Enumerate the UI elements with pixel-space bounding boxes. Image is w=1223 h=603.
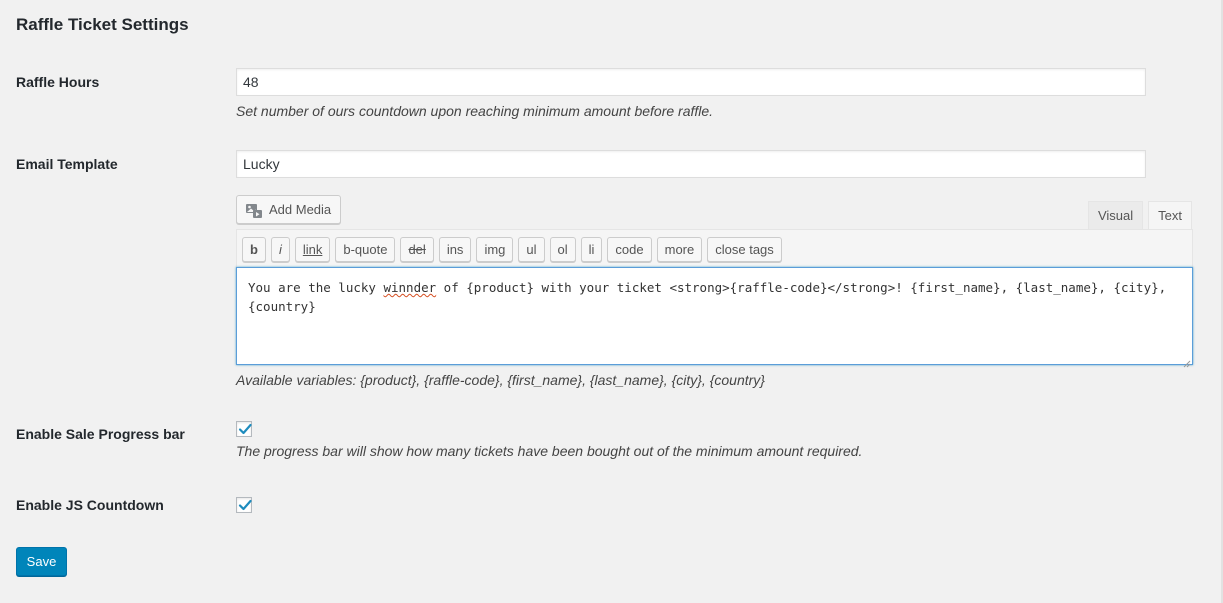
save-button[interactable]: Save bbox=[16, 547, 67, 576]
add-media-button[interactable]: Add Media bbox=[236, 195, 341, 224]
email-body-text-start: You are the lucky bbox=[248, 280, 384, 295]
quicktag-ul-button[interactable]: ul bbox=[518, 236, 545, 262]
quicktag-ins-button[interactable]: ins bbox=[438, 236, 472, 262]
raffle-hours-input[interactable] bbox=[236, 68, 1146, 96]
email-body-text: You are the lucky winnder of {product} w… bbox=[248, 278, 1180, 316]
raffle-hours-label: Raffle Hours bbox=[16, 74, 100, 90]
sale-progress-label: Enable Sale Progress bar bbox=[16, 426, 185, 442]
email-template-description: Available variables: {product}, {raffle-… bbox=[236, 372, 765, 388]
js-countdown-label: Enable JS Countdown bbox=[16, 497, 164, 513]
email-subject-input[interactable] bbox=[236, 150, 1146, 178]
quicktag-more-button[interactable]: more bbox=[656, 236, 703, 262]
quicktag-li-button[interactable]: li bbox=[580, 236, 603, 262]
settings-page: Raffle Ticket Settings Raffle Hours Set … bbox=[0, 0, 1223, 603]
quicktag-link-button[interactable]: link bbox=[294, 236, 331, 262]
checkmark-icon bbox=[238, 423, 252, 435]
tab-text[interactable]: Text bbox=[1148, 201, 1192, 230]
quicktag-ol-button[interactable]: ol bbox=[549, 236, 576, 262]
misspelled-word: winnder bbox=[383, 280, 437, 295]
resize-handle-icon[interactable] bbox=[1183, 355, 1191, 368]
quicktag-bold-button[interactable]: b bbox=[242, 236, 266, 262]
add-media-label: Add Media bbox=[269, 202, 332, 217]
email-template-label: Email Template bbox=[16, 156, 118, 172]
js-countdown-checkbox[interactable] bbox=[236, 497, 252, 513]
quicktag-del-button[interactable]: del bbox=[400, 236, 434, 262]
quicktag-blockquote-button[interactable]: b-quote bbox=[335, 236, 396, 262]
raffle-hours-description: Set number of ours countdown upon reachi… bbox=[236, 103, 714, 119]
editor-mode-tabs: Visual Text bbox=[1083, 201, 1192, 230]
quicktag-italic-button[interactable]: i bbox=[270, 236, 290, 262]
quicktag-code-button[interactable]: code bbox=[607, 236, 652, 262]
tab-visual[interactable]: Visual bbox=[1087, 201, 1144, 230]
quicktag-close-tags-button[interactable]: close tags bbox=[707, 236, 782, 262]
checkmark-icon bbox=[238, 499, 252, 511]
email-body-textarea[interactable]: You are the lucky winnder of {product} w… bbox=[236, 267, 1193, 368]
sale-progress-description: The progress bar will show how many tick… bbox=[236, 443, 863, 459]
page-title: Raffle Ticket Settings bbox=[16, 15, 189, 34]
quicktag-img-button[interactable]: img bbox=[476, 236, 514, 262]
sale-progress-checkbox[interactable] bbox=[236, 421, 252, 437]
quicktags-toolbar: b i link b-quote del ins img ul ol li co… bbox=[236, 229, 1193, 268]
media-icon bbox=[245, 201, 263, 219]
